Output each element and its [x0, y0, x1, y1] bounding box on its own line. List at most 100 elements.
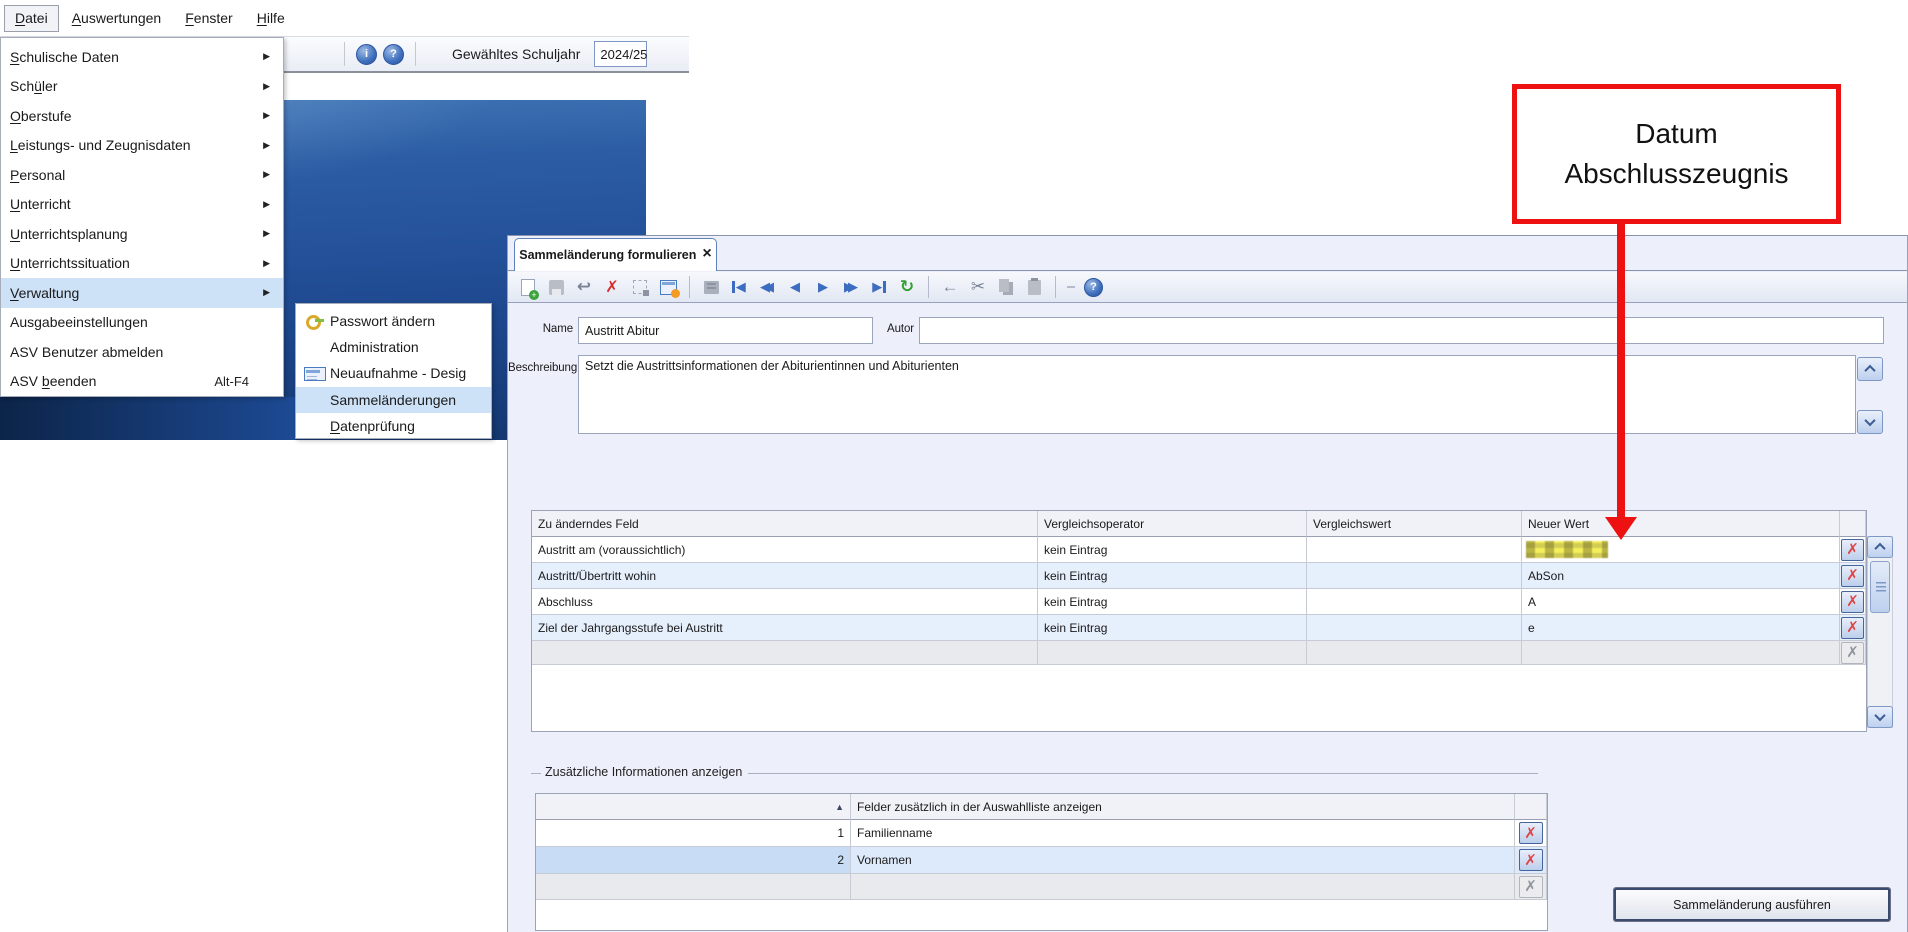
- cell-vergleichswert[interactable]: [1307, 589, 1522, 615]
- submenu-item-sammelaenderungen[interactable]: Sammeländerungen: [296, 387, 491, 413]
- cell-feld[interactable]: Austritt am (voraussichtlich): [532, 537, 1038, 563]
- menu-item-unterrichtsplanung[interactable]: Unterrichtsplanung▶: [1, 219, 283, 249]
- cell-operator[interactable]: kein Eintrag: [1038, 537, 1307, 563]
- sammelaenderung-panel: Sammeländerung formulieren × ↩ ✗ ◀ ◀◀ ◀ …: [507, 235, 1908, 932]
- menubar-item-hilfe[interactable]: Hilfe: [246, 5, 296, 32]
- delete-row-button[interactable]: ✗: [1519, 822, 1543, 844]
- menu-item-oberstufe[interactable]: Oberstufe▶: [1, 101, 283, 131]
- cell-vergleichswert[interactable]: [1307, 615, 1522, 641]
- col-header-vergleichswert[interactable]: Vergleichswert: [1307, 511, 1522, 537]
- menu-item-asv-benutzer-abmelden[interactable]: ASV Benutzer abmelden: [1, 337, 283, 367]
- cell-neuer-wert[interactable]: A: [1522, 589, 1840, 615]
- nav-fast-prev-icon[interactable]: ◀◀: [755, 275, 779, 299]
- autor-input[interactable]: [919, 317, 1884, 344]
- menu-item-verwaltung[interactable]: Verwaltung▶: [1, 278, 283, 308]
- delete-row-button[interactable]: ✗: [1841, 617, 1864, 639]
- table-scroll-thumb[interactable]: [1870, 561, 1890, 613]
- nav-last-icon[interactable]: ▶: [867, 275, 891, 299]
- table-row: Austritt am (voraussichtlich) kein Eintr…: [532, 537, 1866, 563]
- submenu-item-datenpruefung[interactable]: Datenprüfung: [296, 413, 491, 439]
- delete-record-icon[interactable]: ✗: [600, 275, 624, 299]
- cell-feld[interactable]: Austritt/Übertritt wohin: [532, 563, 1038, 589]
- select-icon[interactable]: [628, 275, 652, 299]
- tab-sammelaenderung-formulieren[interactable]: Sammeländerung formulieren ×: [514, 238, 717, 271]
- cell-feld[interactable]: Ziel der Jahrgangsstufe bei Austritt: [532, 615, 1038, 641]
- info-icon[interactable]: i: [356, 44, 377, 65]
- records-icon[interactable]: [699, 275, 723, 299]
- delete-row-button[interactable]: ✗: [1841, 539, 1864, 561]
- nav-prev-icon[interactable]: ◀: [783, 275, 807, 299]
- menu-item-unterricht[interactable]: Unterricht▶: [1, 190, 283, 220]
- new-record-icon[interactable]: [516, 275, 540, 299]
- undo-icon[interactable]: ↩: [572, 275, 596, 299]
- save-icon[interactable]: [544, 275, 568, 299]
- cell-operator[interactable]: kein Eintrag: [1038, 615, 1307, 641]
- delete-row-button[interactable]: ✗: [1841, 565, 1864, 587]
- annotation-arrow-head-icon: [1605, 517, 1637, 540]
- menu-item-ausgabeeinstellungen[interactable]: Ausgabeeinstellungen: [1, 308, 283, 338]
- menubar-item-auswertungen[interactable]: Auswertungen: [61, 5, 173, 32]
- col-header-feld[interactable]: Zu änderndes Feld: [532, 511, 1038, 537]
- delete-row-button[interactable]: ✗: [1519, 849, 1543, 871]
- col-header-operator[interactable]: Vergleichsoperator: [1038, 511, 1307, 537]
- submenu-item-passwort-aendern[interactable]: Passwort ändern: [296, 308, 491, 334]
- cut-icon[interactable]: ✂: [966, 275, 990, 299]
- schuljahr-field[interactable]: 2024/25: [594, 41, 647, 67]
- cell-feld[interactable]: Vornamen: [851, 847, 1515, 874]
- fields-row-selected: 2 Vornamen ✗: [536, 847, 1547, 874]
- menu-item-leistungs-und-zeugnisdaten[interactable]: Leistungs- und Zeugnisdaten▶: [1, 131, 283, 161]
- panel-help-icon[interactable]: ?: [1084, 278, 1103, 297]
- cell-feld[interactable]: Familienname: [851, 820, 1515, 847]
- table-scroll-down[interactable]: [1867, 706, 1893, 728]
- sammelaenderung-ausfuehren-button[interactable]: Sammeländerung ausführen: [1613, 887, 1891, 922]
- col-header-felder[interactable]: Felder zusätzlich in der Auswahlliste an…: [851, 794, 1515, 820]
- nav-fast-next-icon[interactable]: ▶▶: [839, 275, 863, 299]
- cell-vergleichswert[interactable]: [1307, 537, 1522, 563]
- cell-neuer-wert[interactable]: e: [1522, 615, 1840, 641]
- menubar-item-datei[interactable]: Datei: [4, 5, 59, 32]
- redacted-value: [1526, 541, 1608, 558]
- paste-icon[interactable]: [1022, 275, 1046, 299]
- nav-next-icon[interactable]: ▶: [811, 275, 835, 299]
- cell-operator[interactable]: kein Eintrag: [1038, 563, 1307, 589]
- tab-close-icon[interactable]: ×: [702, 246, 711, 262]
- refresh-icon[interactable]: ↻: [895, 275, 919, 299]
- menu-item-unterrichtssituation[interactable]: Unterrichtssituation▶: [1, 249, 283, 279]
- menu-item-schueler[interactable]: Schüler▶: [1, 72, 283, 102]
- menu-item-schulische-daten[interactable]: Schulische Daten▶: [1, 42, 283, 72]
- col-header-neuer-wert[interactable]: Neuer Wert: [1522, 511, 1840, 537]
- col-header-sort[interactable]: ▲: [536, 794, 851, 820]
- cell-feld[interactable]: Abschluss: [532, 589, 1038, 615]
- submenu-item-neuaufnahme-designer[interactable]: Neuaufnahme - Desig: [296, 360, 491, 386]
- cell-neuer-wert[interactable]: [1522, 537, 1840, 563]
- cell-nr[interactable]: 1: [536, 820, 851, 847]
- menu-item-personal[interactable]: Personal▶: [1, 160, 283, 190]
- copy-icon[interactable]: [994, 275, 1018, 299]
- toolbar-separator: [928, 276, 929, 298]
- beschreibung-scroll-down[interactable]: [1857, 410, 1883, 434]
- move-left-icon[interactable]: ←: [938, 275, 962, 299]
- cell-nr[interactable]: 2: [536, 847, 851, 874]
- menubar-item-fenster[interactable]: Fenster: [174, 5, 243, 32]
- table-scroll-up[interactable]: [1867, 536, 1893, 558]
- form-view-icon[interactable]: [656, 275, 680, 299]
- change-table-header: Zu änderndes Feld Vergleichsoperator Ver…: [532, 511, 1866, 537]
- cell-operator[interactable]: kein Eintrag: [1038, 589, 1307, 615]
- beschreibung-scroll-up[interactable]: [1857, 357, 1883, 381]
- beschreibung-textarea[interactable]: Setzt die Austrittsinformationen der Abi…: [578, 355, 1856, 434]
- toolbar-separator: [344, 42, 345, 66]
- help-icon[interactable]: ?: [383, 44, 404, 65]
- delete-row-button-disabled: ✗: [1841, 642, 1864, 664]
- menu-item-asv-beenden[interactable]: ASV beendenAlt-F4: [1, 367, 283, 397]
- submenu-arrow-icon: ▶: [263, 228, 270, 239]
- nav-first-icon[interactable]: ◀: [727, 275, 751, 299]
- toolbar-mini-separator: [1067, 286, 1075, 288]
- annotation-line2: Abschlusszeugnis: [1564, 154, 1788, 194]
- cell-neuer-wert[interactable]: AbSon: [1522, 563, 1840, 589]
- cell-vergleichswert[interactable]: [1307, 563, 1522, 589]
- submenu-item-administration[interactable]: Administration: [296, 334, 491, 360]
- annotation-line1: Datum: [1635, 114, 1717, 154]
- name-input[interactable]: Austritt Abitur: [578, 317, 873, 344]
- delete-row-button[interactable]: ✗: [1841, 591, 1864, 613]
- table-scrollbar[interactable]: [1867, 536, 1893, 728]
